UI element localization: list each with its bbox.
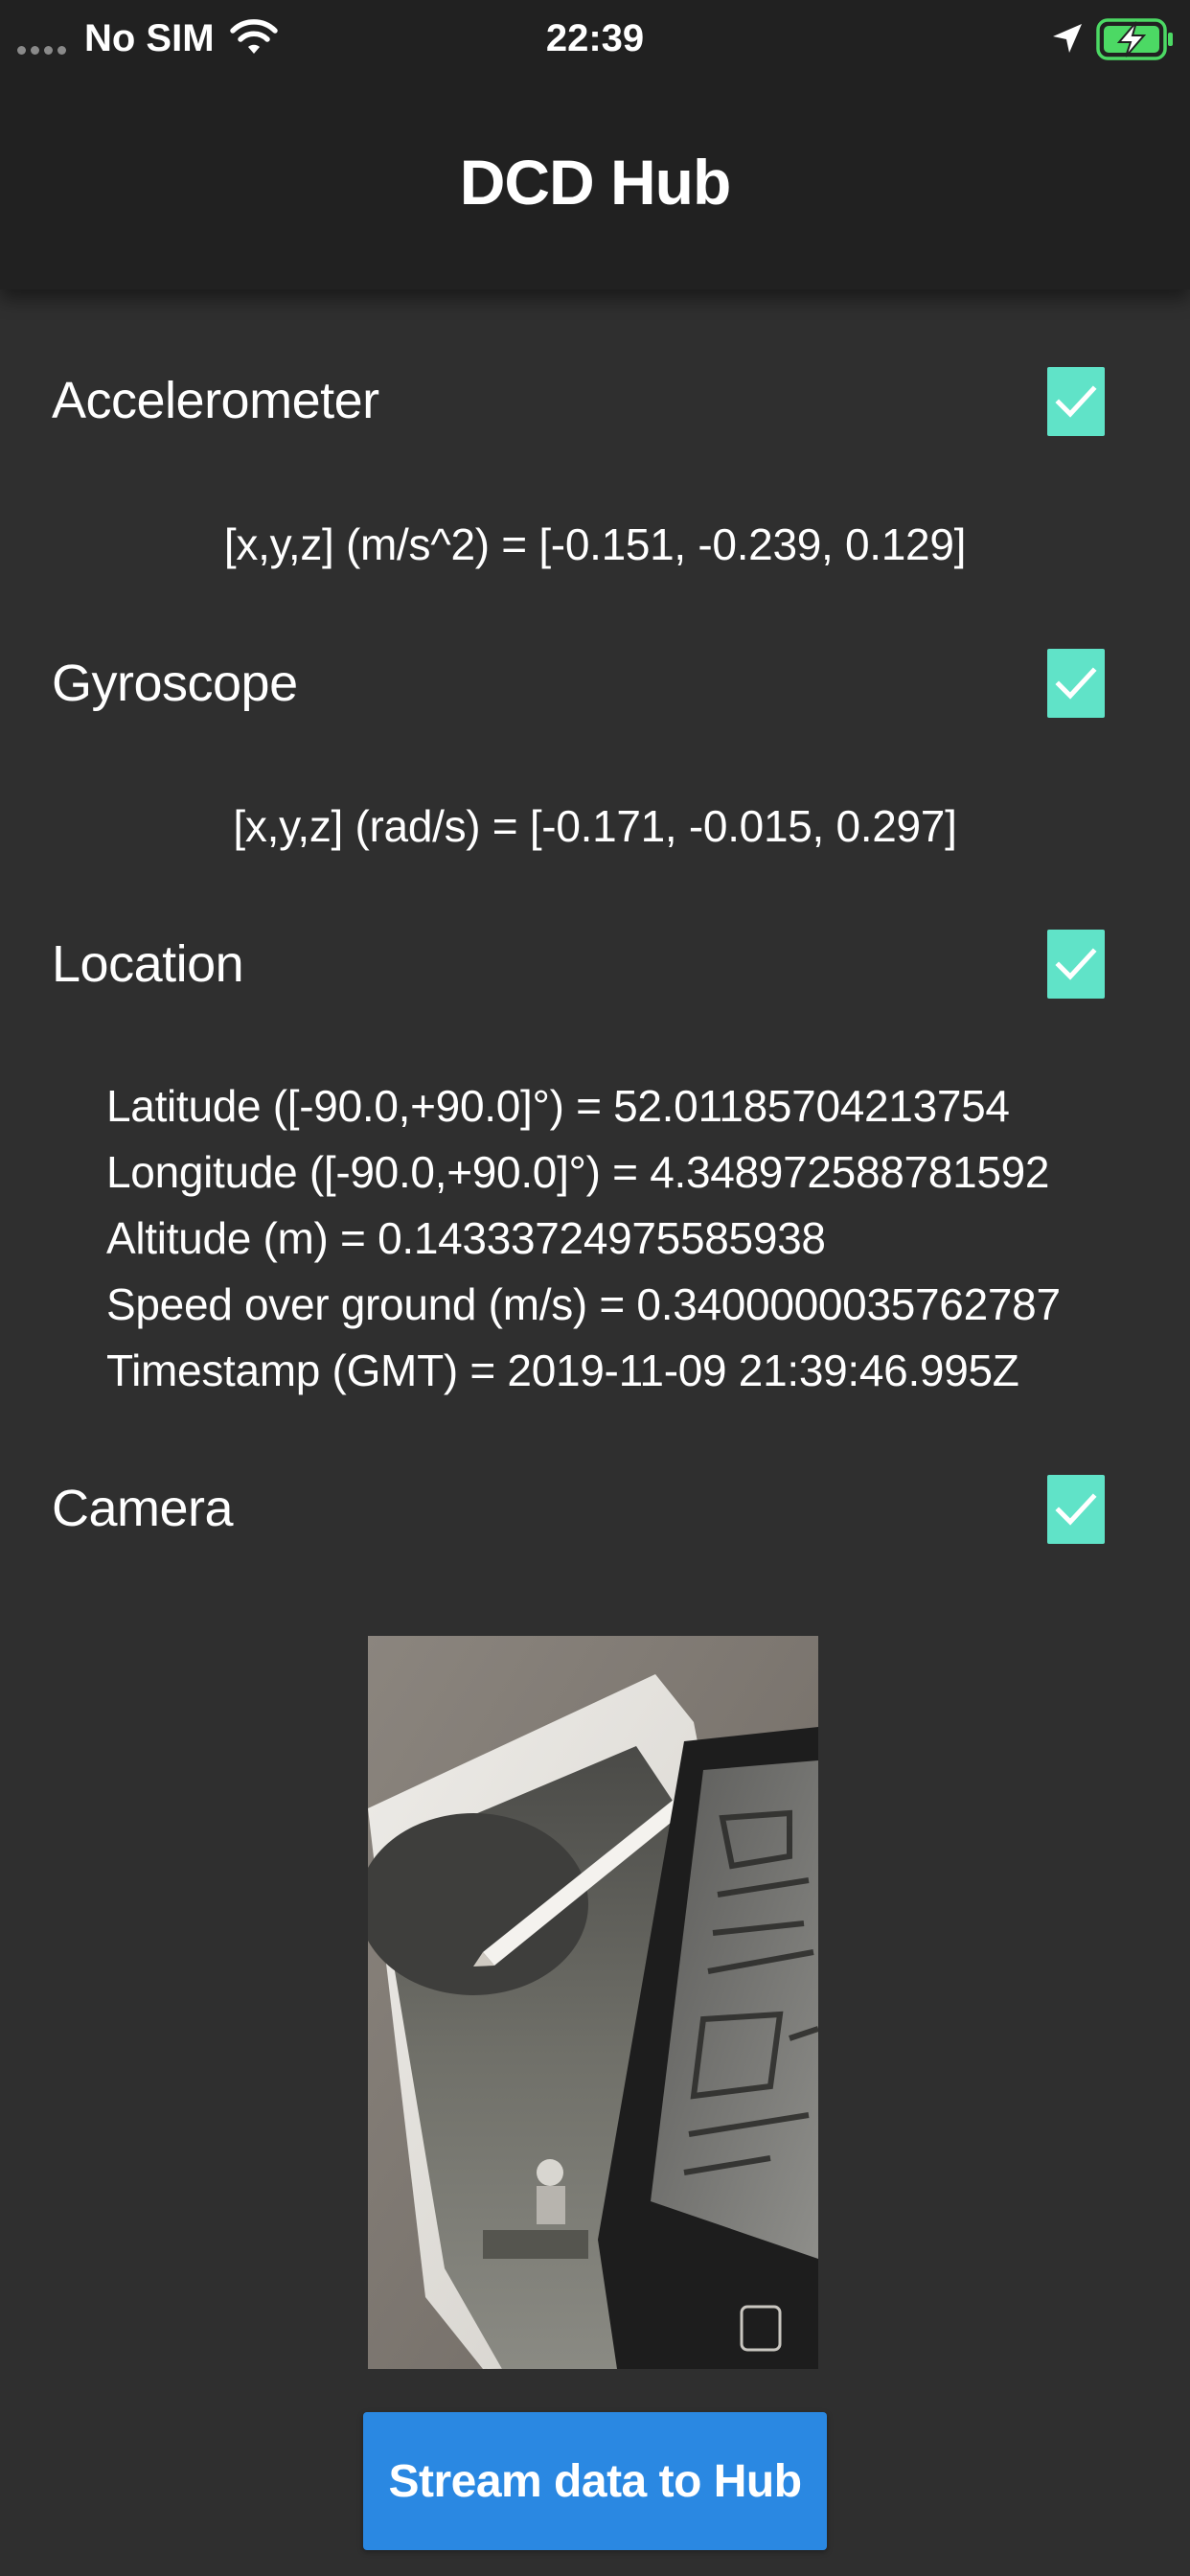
latitude-reading: Latitude ([-90.0,+90.0]°) = 52.011857042… [106, 1081, 1010, 1131]
gyroscope-checkbox[interactable] [1047, 649, 1105, 718]
location-readings: Latitude ([-90.0,+90.0]°) = 52.011857042… [106, 1073, 1061, 1404]
camera-checkbox[interactable] [1047, 1475, 1105, 1544]
location-arrow-icon [1053, 24, 1082, 53]
page-title: DCD Hub [459, 147, 732, 218]
location-label: Location [52, 935, 244, 993]
accelerometer-label: Accelerometer [52, 372, 379, 429]
accelerometer-checkbox[interactable] [1047, 367, 1105, 436]
camera-preview [368, 1636, 818, 2369]
checkmark-icon [1055, 385, 1097, 418]
status-bar: No SIM 22:39 [0, 0, 1190, 80]
timestamp-reading: Timestamp (GMT) = 2019-11-09 21:39:46.99… [106, 1346, 1019, 1395]
status-time: 22:39 [545, 17, 645, 59]
camera-label: Camera [52, 1480, 234, 1537]
checkmark-icon [1055, 1493, 1097, 1526]
gyroscope-reading: [x,y,z] (rad/s) = [-0.171, -0.015, 0.297… [233, 801, 957, 851]
altitude-reading: Altitude (m) = 0.14333724975585938 [106, 1213, 826, 1263]
checkmark-icon [1055, 948, 1097, 980]
battery-charging-icon [1096, 18, 1173, 60]
gyroscope-label: Gyroscope [52, 655, 298, 712]
stream-data-button[interactable]: Stream data to Hub [363, 2412, 827, 2550]
location-checkbox[interactable] [1047, 930, 1105, 999]
accelerometer-reading: [x,y,z] (m/s^2) = [-0.151, -0.239, 0.129… [223, 519, 967, 569]
speed-reading: Speed over ground (m/s) = 0.340000003576… [106, 1279, 1061, 1329]
camera-preview-image [368, 1636, 818, 2369]
navigation-header: No SIM 22:39 DCD Hub [0, 0, 1190, 289]
checkmark-icon [1055, 667, 1097, 700]
longitude-reading: Longitude ([-90.0,+90.0]°) = 4.348972588… [106, 1147, 1050, 1197]
